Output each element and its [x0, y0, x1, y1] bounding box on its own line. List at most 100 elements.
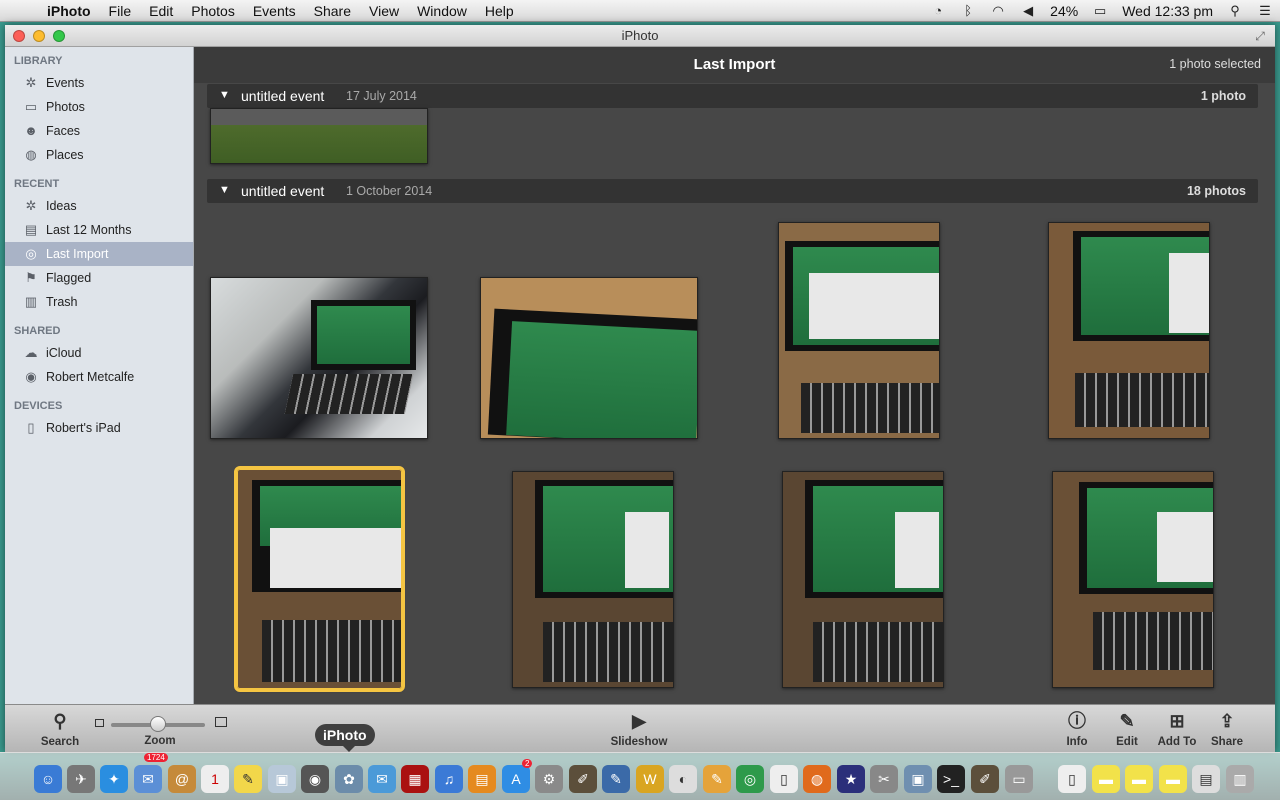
event-name[interactable]: untitled event: [241, 183, 324, 199]
menu-edit[interactable]: Edit: [140, 0, 182, 22]
event-name[interactable]: untitled event: [241, 88, 324, 104]
sidebar-item-trash[interactable]: ▥ Trash: [5, 290, 193, 314]
minimized-window-icon[interactable]: ▭: [1005, 765, 1033, 793]
sidebar-item-label: iCloud: [46, 346, 82, 360]
sidebar-item-events[interactable]: ✲ Events: [5, 71, 193, 95]
wireshark-icon[interactable]: W: [636, 765, 664, 793]
battery-percent[interactable]: 24%: [1050, 3, 1078, 19]
edit-button[interactable]: ✎ Edit: [1112, 709, 1142, 748]
downloads-stack-icon[interactable]: ▤: [1192, 765, 1220, 793]
disk-utility-icon[interactable]: ◐: [669, 765, 697, 793]
trash-can-icon[interactable]: ▥: [1226, 765, 1254, 793]
ibooks-icon[interactable]: ▤: [468, 765, 496, 793]
photo-thumbnail[interactable]: [210, 277, 428, 439]
event-header[interactable]: ▼ untitled event 1 October 2014 18 photo…: [207, 179, 1258, 203]
window-titlebar[interactable]: iPhoto ⤢: [5, 25, 1275, 47]
itunes-icon[interactable]: ♫: [435, 765, 463, 793]
battery-icon[interactable]: ▭: [1092, 4, 1108, 18]
sidebar-item-ideas[interactable]: ✲ Ideas: [5, 194, 193, 218]
photo-thumbnail[interactable]: [782, 471, 944, 688]
sidebar-item-last-import[interactable]: ◎ Last Import: [5, 242, 193, 266]
sidebar-item-flagged[interactable]: ⚑ Flagged: [5, 266, 193, 290]
plus-icon: ⊞: [1169, 711, 1185, 731]
bluetooth-icon[interactable]: ᛒ: [960, 4, 976, 18]
globe-icon: ◍: [25, 147, 37, 162]
mail-icon[interactable]: ✉: [134, 765, 162, 793]
fullscreen-icon[interactable]: ⤢: [1253, 29, 1267, 43]
zoom-window-button[interactable]: [53, 30, 65, 42]
photo-thumbnail[interactable]: [1052, 471, 1214, 688]
finder-icon[interactable]: ☺: [34, 765, 62, 793]
dock-tooltip: iPhoto: [315, 724, 375, 752]
volume-icon[interactable]: ◀: [1020, 4, 1036, 18]
menu-help[interactable]: Help: [476, 0, 523, 22]
safari-icon[interactable]: ✦: [100, 765, 128, 793]
search-label: Search: [40, 736, 80, 748]
grab-icon[interactable]: ✂: [870, 765, 898, 793]
imovie-icon[interactable]: ★: [837, 765, 865, 793]
zoom-slider-knob[interactable]: [150, 716, 166, 732]
time-machine-icon[interactable]: ◔: [930, 4, 946, 18]
search-button[interactable]: ⚲ Search: [40, 709, 80, 748]
menu-events[interactable]: Events: [244, 0, 305, 22]
sidebar-item-faces[interactable]: ☻ Faces: [5, 119, 193, 143]
iphoto-icon[interactable]: ✿: [335, 765, 363, 793]
menu-app-name[interactable]: iPhoto: [38, 0, 100, 22]
disclosure-triangle-icon[interactable]: ▼: [219, 184, 230, 196]
menu-window[interactable]: Window: [408, 0, 476, 22]
chrome-icon[interactable]: ◎: [736, 765, 764, 793]
facetime-icon[interactable]: ◉: [301, 765, 329, 793]
menu-share[interactable]: Share: [305, 0, 360, 22]
app-store-icon[interactable]: A: [502, 765, 530, 793]
sidebar-item-icloud[interactable]: ☁ iCloud: [5, 341, 193, 365]
event-header[interactable]: ▼ untitled event 17 July 2014 1 photo: [207, 84, 1258, 108]
disclosure-triangle-icon[interactable]: ▼: [219, 89, 230, 101]
wifi-icon[interactable]: ◠: [990, 4, 1006, 18]
photo-thumbnail[interactable]: [1048, 222, 1210, 439]
photo-booth-icon[interactable]: ▦: [401, 765, 429, 793]
share-button[interactable]: ⇪ Share: [1209, 709, 1245, 748]
spotlight-search-icon[interactable]: ⚲: [1227, 4, 1243, 18]
minimize-window-button[interactable]: [33, 30, 45, 42]
textwrangler-icon[interactable]: ✎: [703, 765, 731, 793]
sidebar-item-photos[interactable]: ▭ Photos: [5, 95, 193, 119]
photo-thumbnail-selected[interactable]: [234, 466, 405, 692]
menu-view[interactable]: View: [360, 0, 408, 22]
slideshow-button[interactable]: ▶ Slideshow: [605, 709, 673, 748]
gimp-2-icon[interactable]: ✐: [971, 765, 999, 793]
info-button[interactable]: ⓘ Info: [1062, 709, 1092, 748]
xcode-icon[interactable]: ✎: [602, 765, 630, 793]
stickies-icon[interactable]: ▬: [1092, 765, 1120, 793]
contacts-icon[interactable]: @: [168, 765, 196, 793]
stickies-3-icon[interactable]: ▬: [1159, 765, 1187, 793]
photo-thumbnail[interactable]: [778, 222, 940, 439]
photo-thumbnail[interactable]: [210, 108, 428, 164]
messages-icon[interactable]: ✉: [368, 765, 396, 793]
add-to-button[interactable]: ⊞ Add To: [1155, 709, 1199, 748]
image-capture-icon[interactable]: ▣: [904, 765, 932, 793]
photo-thumbnail[interactable]: [480, 277, 698, 439]
doc-file-icon[interactable]: ▯: [1058, 765, 1086, 793]
menu-photos[interactable]: Photos: [182, 0, 244, 22]
calendar-icon[interactable]: 1: [201, 765, 229, 793]
menu-bar: iPhoto File Edit Photos Events Share Vie…: [0, 0, 1280, 22]
launchpad-icon[interactable]: ✈: [67, 765, 95, 793]
zoom-label: Zoom: [144, 735, 176, 747]
stickies-2-icon[interactable]: ▬: [1125, 765, 1153, 793]
menu-clock[interactable]: Wed 12:33 pm: [1122, 3, 1213, 19]
notes-icon[interactable]: ✎: [234, 765, 262, 793]
sidebar-item-robert-metcalfe[interactable]: ◉ Robert Metcalfe: [5, 365, 193, 389]
preview-icon[interactable]: ▣: [268, 765, 296, 793]
notification-center-icon[interactable]: ☰: [1257, 4, 1273, 18]
photo-thumbnail[interactable]: [512, 471, 674, 688]
close-window-button[interactable]: [13, 30, 25, 42]
system-preferences-icon[interactable]: ⚙: [535, 765, 563, 793]
gimp-icon[interactable]: ✐: [569, 765, 597, 793]
sidebar-item-places[interactable]: ◍ Places: [5, 143, 193, 167]
terminal-icon[interactable]: >_: [937, 765, 965, 793]
menu-file[interactable]: File: [100, 0, 141, 22]
firefox-icon[interactable]: ◍: [803, 765, 831, 793]
sidebar-item-roberts-ipad[interactable]: ▯ Robert's iPad: [5, 416, 193, 440]
document-icon[interactable]: ▯: [770, 765, 798, 793]
sidebar-item-last-12-months[interactable]: ▤ Last 12 Months: [5, 218, 193, 242]
